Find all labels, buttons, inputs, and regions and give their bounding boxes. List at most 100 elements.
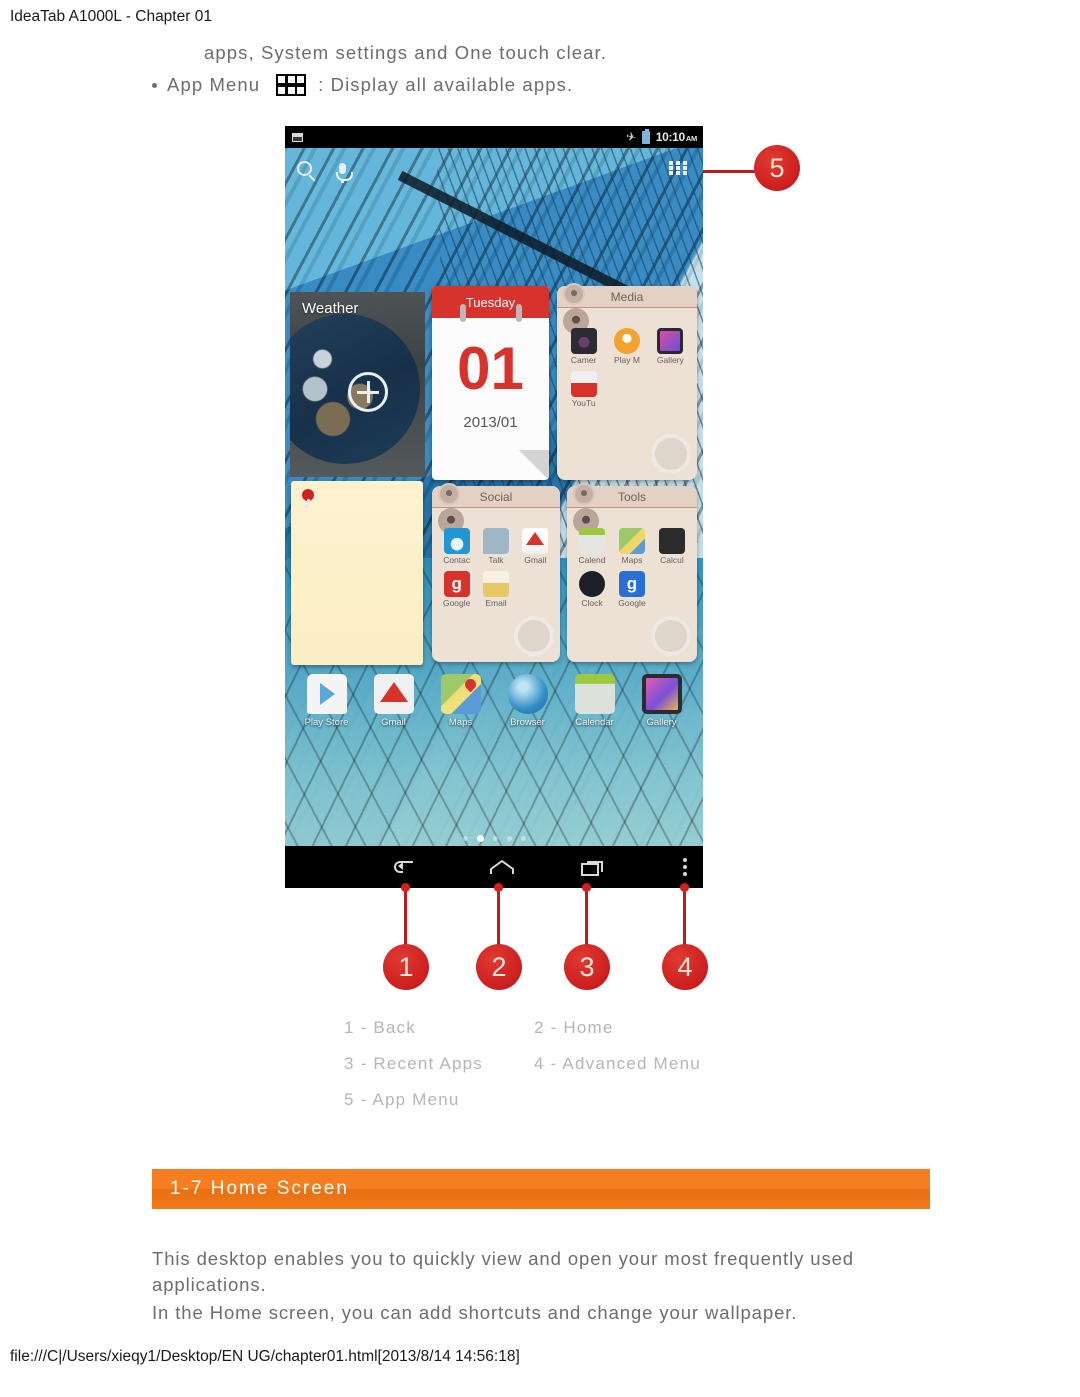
app-label: Gmail	[524, 555, 547, 565]
app-label: Calend	[578, 555, 606, 565]
dock-item-browser[interactable]: Browser	[497, 674, 559, 728]
dock-item-calendar[interactable]: Calendar	[564, 674, 626, 728]
calendar-date: 2013/01	[463, 414, 518, 431]
email-icon	[482, 571, 509, 597]
page-dot-active[interactable]	[476, 835, 484, 842]
android-navigation-bar	[285, 846, 703, 888]
app-label: Camer	[570, 355, 597, 365]
calendar-day-number: 01	[457, 335, 524, 402]
callout-3: 3	[564, 944, 610, 990]
callout-5: 5	[754, 145, 800, 191]
callout-legend: 1 - Back 2 - Home 3 - Recent Apps 4 - Ad…	[344, 1018, 764, 1126]
page-indicator	[285, 835, 703, 842]
app-label: Gallery	[656, 355, 684, 365]
gmail-icon	[522, 528, 549, 554]
dock-label: Play Store	[304, 717, 349, 728]
plus-circle-icon[interactable]	[348, 372, 388, 412]
folder-media-apps: Camer Play M Gallery YouTu	[557, 328, 697, 414]
callout-1: 1	[383, 944, 429, 990]
body-paragraph-1: This desktop enables you to quickly view…	[152, 1248, 855, 1295]
app-label: Play M	[614, 355, 640, 365]
page-dot[interactable]	[492, 836, 498, 841]
app-item[interactable]: g Google	[437, 571, 476, 608]
dock-item-gallery[interactable]: Gallery	[631, 674, 693, 728]
dock-label: Gmail	[381, 717, 406, 728]
callout-2-leader-dot	[494, 883, 503, 892]
callout-4-number: 4	[677, 951, 693, 982]
status-bar-ampm: AM	[685, 134, 697, 143]
search-icon[interactable]	[297, 160, 312, 176]
callout-2-number: 2	[491, 951, 507, 982]
status-bar-right-group: ✈ 10:10AM	[624, 128, 697, 145]
app-item[interactable]: Maps	[612, 528, 652, 565]
home-icon[interactable]	[489, 859, 515, 875]
browser-globe-icon	[507, 674, 548, 714]
advanced-menu-icon[interactable]	[683, 858, 687, 876]
page-dot[interactable]	[462, 836, 468, 841]
maps-icon	[440, 674, 481, 714]
app-item[interactable]: Calcul	[652, 528, 692, 565]
app-label: Google	[618, 598, 646, 608]
home-search-row	[285, 148, 703, 188]
calendar-widget[interactable]: Tuesday 01 2013/01	[432, 286, 549, 480]
callout-2: 2	[476, 944, 522, 990]
legend-item: 3 - Recent Apps	[344, 1054, 483, 1073]
legend-row: 3 - Recent Apps 4 - Advanced Menu	[344, 1054, 764, 1074]
legend-row: 5 - App Menu	[344, 1090, 764, 1110]
app-label: Maps	[621, 555, 643, 565]
callout-2-leader-line	[497, 886, 500, 946]
folder-social-apps: Contac Talk Gmail g Google Email	[432, 528, 560, 614]
app-item[interactable]: Email	[476, 571, 515, 608]
app-label: Email	[485, 598, 507, 608]
app-item[interactable]: Talk	[476, 528, 515, 565]
folder-tools-apps: Calend Maps Calcul Clock g Google	[567, 528, 697, 614]
maps-icon	[618, 528, 645, 554]
legend-item: 5 - App Menu	[344, 1090, 460, 1109]
app-grid-icon[interactable]	[669, 161, 687, 175]
callout-1-leader-line	[404, 886, 407, 946]
folder-social[interactable]: Social Contac Talk Gmail g Google Email	[432, 483, 560, 662]
camera-icon	[570, 328, 597, 354]
app-label: Calcul	[660, 555, 684, 565]
app-item[interactable]: Gallery	[649, 328, 692, 365]
app-item[interactable]: Clock	[572, 571, 612, 608]
legend-row: 1 - Back 2 - Home	[344, 1018, 764, 1038]
calendar-icon	[574, 674, 615, 714]
folder-tools[interactable]: Tools Calend Maps Calcul Clock g Google	[567, 483, 697, 662]
microphone-icon[interactable]	[336, 162, 353, 183]
screenshot-icon	[291, 131, 304, 143]
weather-widget[interactable]: Weather	[290, 292, 425, 477]
legend-item	[534, 1090, 764, 1110]
folder-dial-decoration	[651, 434, 691, 474]
tablet-screenshot: ✈ 10:10AM Weather Tuesday 01 2013/01 Med…	[285, 126, 703, 888]
dock-item-maps[interactable]: Maps	[430, 674, 492, 728]
app-item[interactable]: Contac	[437, 528, 476, 565]
dock-label: Gallery	[646, 717, 677, 728]
contacts-icon	[443, 528, 470, 554]
page-dot[interactable]	[520, 836, 526, 841]
app-item[interactable]: Camer	[562, 328, 605, 365]
notes-widget[interactable]	[291, 481, 423, 665]
calendar-rings	[432, 304, 549, 324]
callout-4-leader-dot	[680, 883, 689, 892]
callout-1-number: 1	[398, 951, 414, 982]
dock-item-gmail[interactable]: Gmail	[363, 674, 425, 728]
gallery-icon	[641, 674, 682, 714]
calculator-icon	[658, 528, 685, 554]
page-dot[interactable]	[506, 836, 512, 841]
weather-widget-label: Weather	[302, 300, 359, 317]
back-icon[interactable]	[391, 859, 415, 875]
app-item[interactable]: Calend	[572, 528, 612, 565]
app-item[interactable]: YouTu	[562, 371, 605, 408]
home-dock: Play Store Gmail Maps Browser Calendar G…	[285, 674, 703, 746]
dock-item-play-store[interactable]: Play Store	[296, 674, 358, 728]
folder-media[interactable]: Media Camer Play M Gallery YouTu	[557, 283, 697, 480]
app-label: Contac	[443, 555, 471, 565]
app-label: Google	[442, 598, 471, 608]
app-item[interactable]: Play M	[605, 328, 648, 365]
recent-apps-icon[interactable]	[581, 859, 605, 876]
folder-dial-decoration	[651, 616, 691, 656]
gallery-icon	[657, 328, 684, 354]
app-item[interactable]: g Google	[612, 571, 652, 608]
app-item[interactable]: Gmail	[516, 528, 555, 565]
